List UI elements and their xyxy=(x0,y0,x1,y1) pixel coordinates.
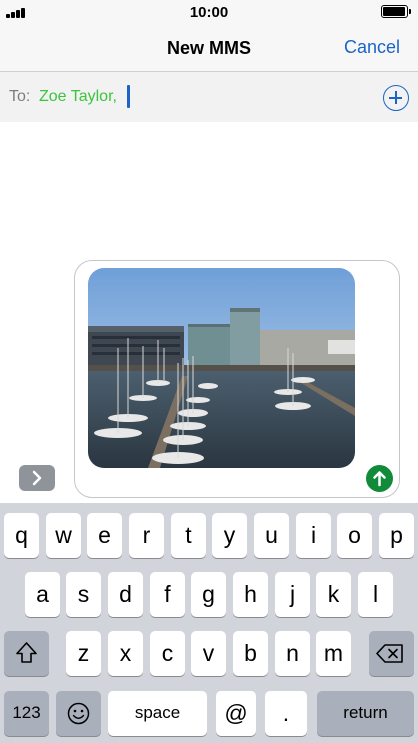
key-k[interactable]: k xyxy=(316,572,351,617)
keyboard: q w e r t y u i o p a s d f g h j k l z … xyxy=(0,503,418,743)
numbers-key[interactable]: 123 xyxy=(4,691,49,736)
key-h[interactable]: h xyxy=(233,572,268,617)
send-button[interactable] xyxy=(366,465,393,492)
status-bar: 10:00 xyxy=(0,0,418,24)
delete-key[interactable] xyxy=(369,631,414,676)
shift-icon xyxy=(16,642,37,663)
key-t[interactable]: t xyxy=(171,513,206,558)
key-z[interactable]: z xyxy=(66,631,101,676)
key-s[interactable]: s xyxy=(66,572,101,617)
expand-apps-button[interactable] xyxy=(19,465,55,491)
key-d[interactable]: d xyxy=(108,572,143,617)
recipient-token[interactable]: Zoe Taylor, xyxy=(39,88,117,106)
add-contact-icon[interactable] xyxy=(383,85,409,111)
photo-attachment[interactable] xyxy=(88,268,355,468)
period-key[interactable]: . xyxy=(265,691,307,736)
key-y[interactable]: y xyxy=(212,513,247,558)
key-c[interactable]: c xyxy=(150,631,185,676)
key-e[interactable]: e xyxy=(87,513,122,558)
chevron-right-icon xyxy=(32,470,42,486)
key-g[interactable]: g xyxy=(191,572,226,617)
at-key[interactable]: @ xyxy=(216,691,256,736)
text-cursor xyxy=(127,85,130,108)
key-w[interactable]: w xyxy=(46,513,81,558)
key-p[interactable]: p xyxy=(379,513,414,558)
key-u[interactable]: u xyxy=(254,513,289,558)
status-time: 10:00 xyxy=(189,4,229,21)
key-o[interactable]: o xyxy=(337,513,372,558)
shift-key[interactable] xyxy=(4,631,49,676)
cancel-button[interactable]: Cancel xyxy=(344,37,400,58)
emoji-key[interactable] xyxy=(56,691,101,736)
arrow-up-icon xyxy=(373,471,386,487)
key-q[interactable]: q xyxy=(4,513,39,558)
key-v[interactable]: v xyxy=(191,631,226,676)
key-l[interactable]: l xyxy=(358,572,393,617)
key-m[interactable]: m xyxy=(316,631,351,676)
key-b[interactable]: b xyxy=(233,631,268,676)
space-key[interactable]: space xyxy=(108,691,207,736)
recipient-field[interactable]: To: Zoe Taylor, xyxy=(0,72,418,122)
navigation-bar: New MMS Cancel xyxy=(0,24,418,71)
backspace-icon xyxy=(376,644,403,663)
key-i[interactable]: i xyxy=(296,513,331,558)
key-n[interactable]: n xyxy=(275,631,310,676)
to-label: To: xyxy=(9,88,31,105)
key-f[interactable]: f xyxy=(150,572,185,617)
return-key[interactable]: return xyxy=(317,691,414,736)
key-r[interactable]: r xyxy=(129,513,164,558)
key-j[interactable]: j xyxy=(275,572,310,617)
battery-icon xyxy=(381,5,411,18)
key-x[interactable]: x xyxy=(108,631,143,676)
emoji-icon xyxy=(67,702,90,725)
key-a[interactable]: a xyxy=(25,572,60,617)
